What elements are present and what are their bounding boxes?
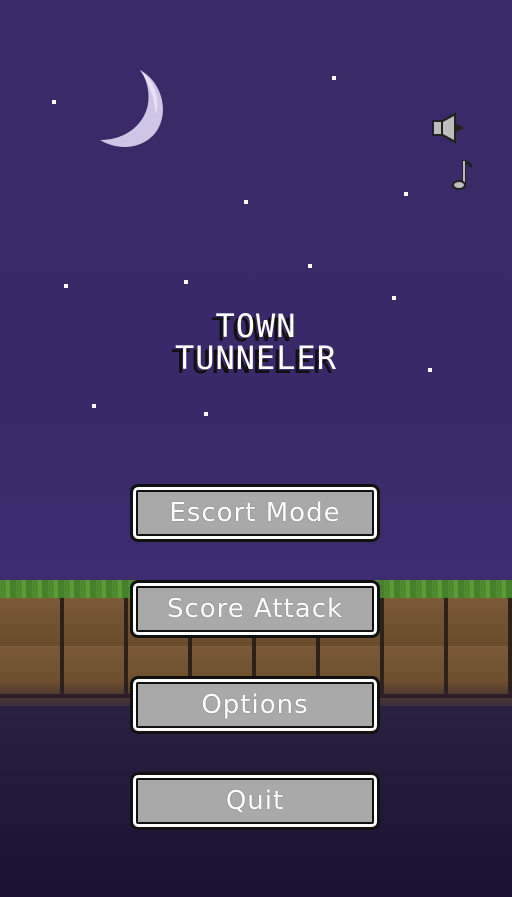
star	[64, 284, 68, 288]
crescent-moon-icon	[100, 70, 163, 147]
star	[52, 100, 56, 104]
title-line-2: TUNNELER	[174, 339, 338, 377]
star	[332, 76, 336, 80]
quit-label: Quit	[225, 786, 285, 816]
music-note-icon[interactable]	[450, 158, 474, 192]
star	[204, 412, 208, 416]
title-line-1: TOWN	[215, 307, 297, 345]
star	[244, 200, 248, 204]
star	[92, 404, 96, 408]
score-attack-button[interactable]: Score Attack	[130, 580, 380, 638]
options-button[interactable]: Options	[130, 676, 380, 734]
star	[392, 296, 396, 300]
speaker-icon[interactable]	[430, 110, 466, 146]
game-title: TOWN TUNNELER	[0, 310, 512, 374]
escort-mode-button[interactable]: Escort Mode	[130, 484, 380, 542]
quit-button[interactable]: Quit	[130, 772, 380, 830]
star	[308, 264, 312, 268]
star	[184, 280, 188, 284]
options-label: Options	[201, 690, 309, 720]
star	[404, 192, 408, 196]
escort-mode-label: Escort Mode	[169, 498, 341, 528]
score-attack-label: Score Attack	[166, 594, 344, 624]
